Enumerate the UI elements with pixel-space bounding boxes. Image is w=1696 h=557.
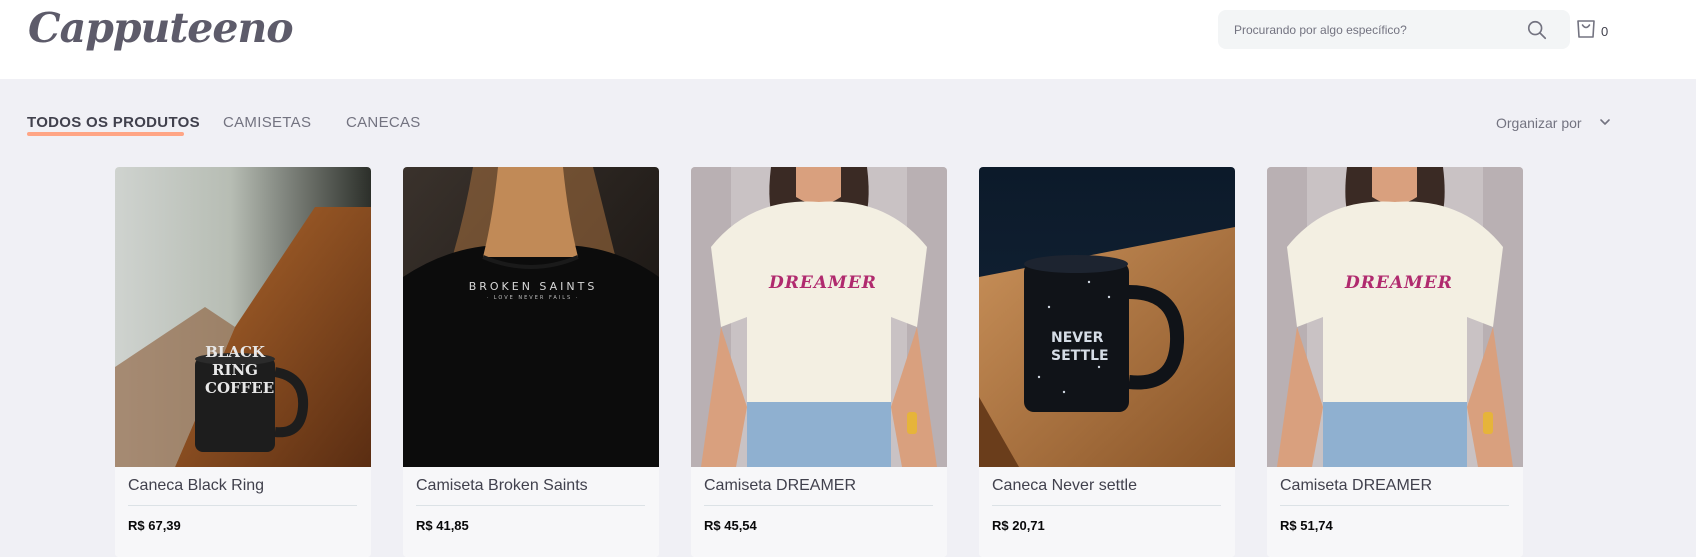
mug-print-text: NEVER SETTLE [1051,330,1109,364]
search-icon[interactable] [1526,19,1548,41]
search-box[interactable] [1218,10,1570,49]
product-info: Caneca Black Ring R$ 67,39 [115,467,371,557]
product-name: Caneca Never settle [992,477,1137,494]
product-name: Caneca Black Ring [128,477,265,494]
tab-shirts[interactable]: CAMISETAS [223,114,311,131]
divider [128,505,357,506]
product-price: R$ 45,54 [704,518,757,533]
shirt-print-subtext: · LOVE NEVER FAILS · [486,295,580,301]
search-input[interactable] [1234,10,1524,49]
divider [1280,505,1509,506]
top-header: Capputeeno 0 [0,0,1696,79]
mug-print-text: BLACK RING COFFEE [205,343,275,397]
shirt-print-text: DREAMER [1345,273,1453,293]
sort-dropdown[interactable]: Organizar por [1496,115,1582,131]
product-info: Camiseta DREAMER R$ 45,54 [691,467,947,557]
cart-button[interactable]: 0 [1574,16,1614,42]
product-card[interactable]: DREAMER Camiseta DREAMER R$ 51,74 [1267,167,1523,557]
product-card[interactable]: NEVER SETTLE Caneca Never settle R$ 20,7… [979,167,1235,557]
product-image[interactable] [115,167,371,467]
product-card[interactable]: BLACK RING COFFEE Caneca Black Ring R$ 6… [115,167,371,557]
product-price: R$ 67,39 [128,518,181,533]
product-card[interactable]: DREAMER Camiseta DREAMER R$ 45,54 [691,167,947,557]
product-info: Camiseta DREAMER R$ 51,74 [1267,467,1523,557]
chevron-down-icon[interactable] [1598,115,1612,129]
product-image[interactable] [1267,167,1523,467]
product-info: Caneca Never settle R$ 20,71 [979,467,1235,557]
product-card[interactable]: BROKEN SAINTS · LOVE NEVER FAILS · Camis… [403,167,659,557]
divider [992,505,1221,506]
cart-count: 0 [1601,24,1609,39]
tab-mugs[interactable]: CANECAS [346,114,421,131]
product-price: R$ 41,85 [416,518,469,533]
tab-all-products[interactable]: TODOS OS PRODUTOS [27,114,200,131]
shirt-print-text: BROKEN SAINTS [468,280,598,293]
product-info: Camiseta Broken Saints R$ 41,85 [403,467,659,557]
divider [704,505,933,506]
product-image[interactable] [979,167,1235,467]
active-tab-indicator [27,132,184,136]
product-image[interactable] [403,167,659,467]
product-name: Camiseta DREAMER [1280,477,1433,494]
logo[interactable]: Capputeeno [28,4,294,52]
shirt-print-text: DREAMER [769,273,877,293]
product-price: R$ 20,71 [992,518,1045,533]
product-price: R$ 51,74 [1280,518,1333,533]
divider [416,505,645,506]
product-name: Camiseta Broken Saints [416,477,588,494]
shopping-bag-icon [1577,20,1595,38]
product-name: Camiseta DREAMER [704,477,857,494]
product-image[interactable] [691,167,947,467]
